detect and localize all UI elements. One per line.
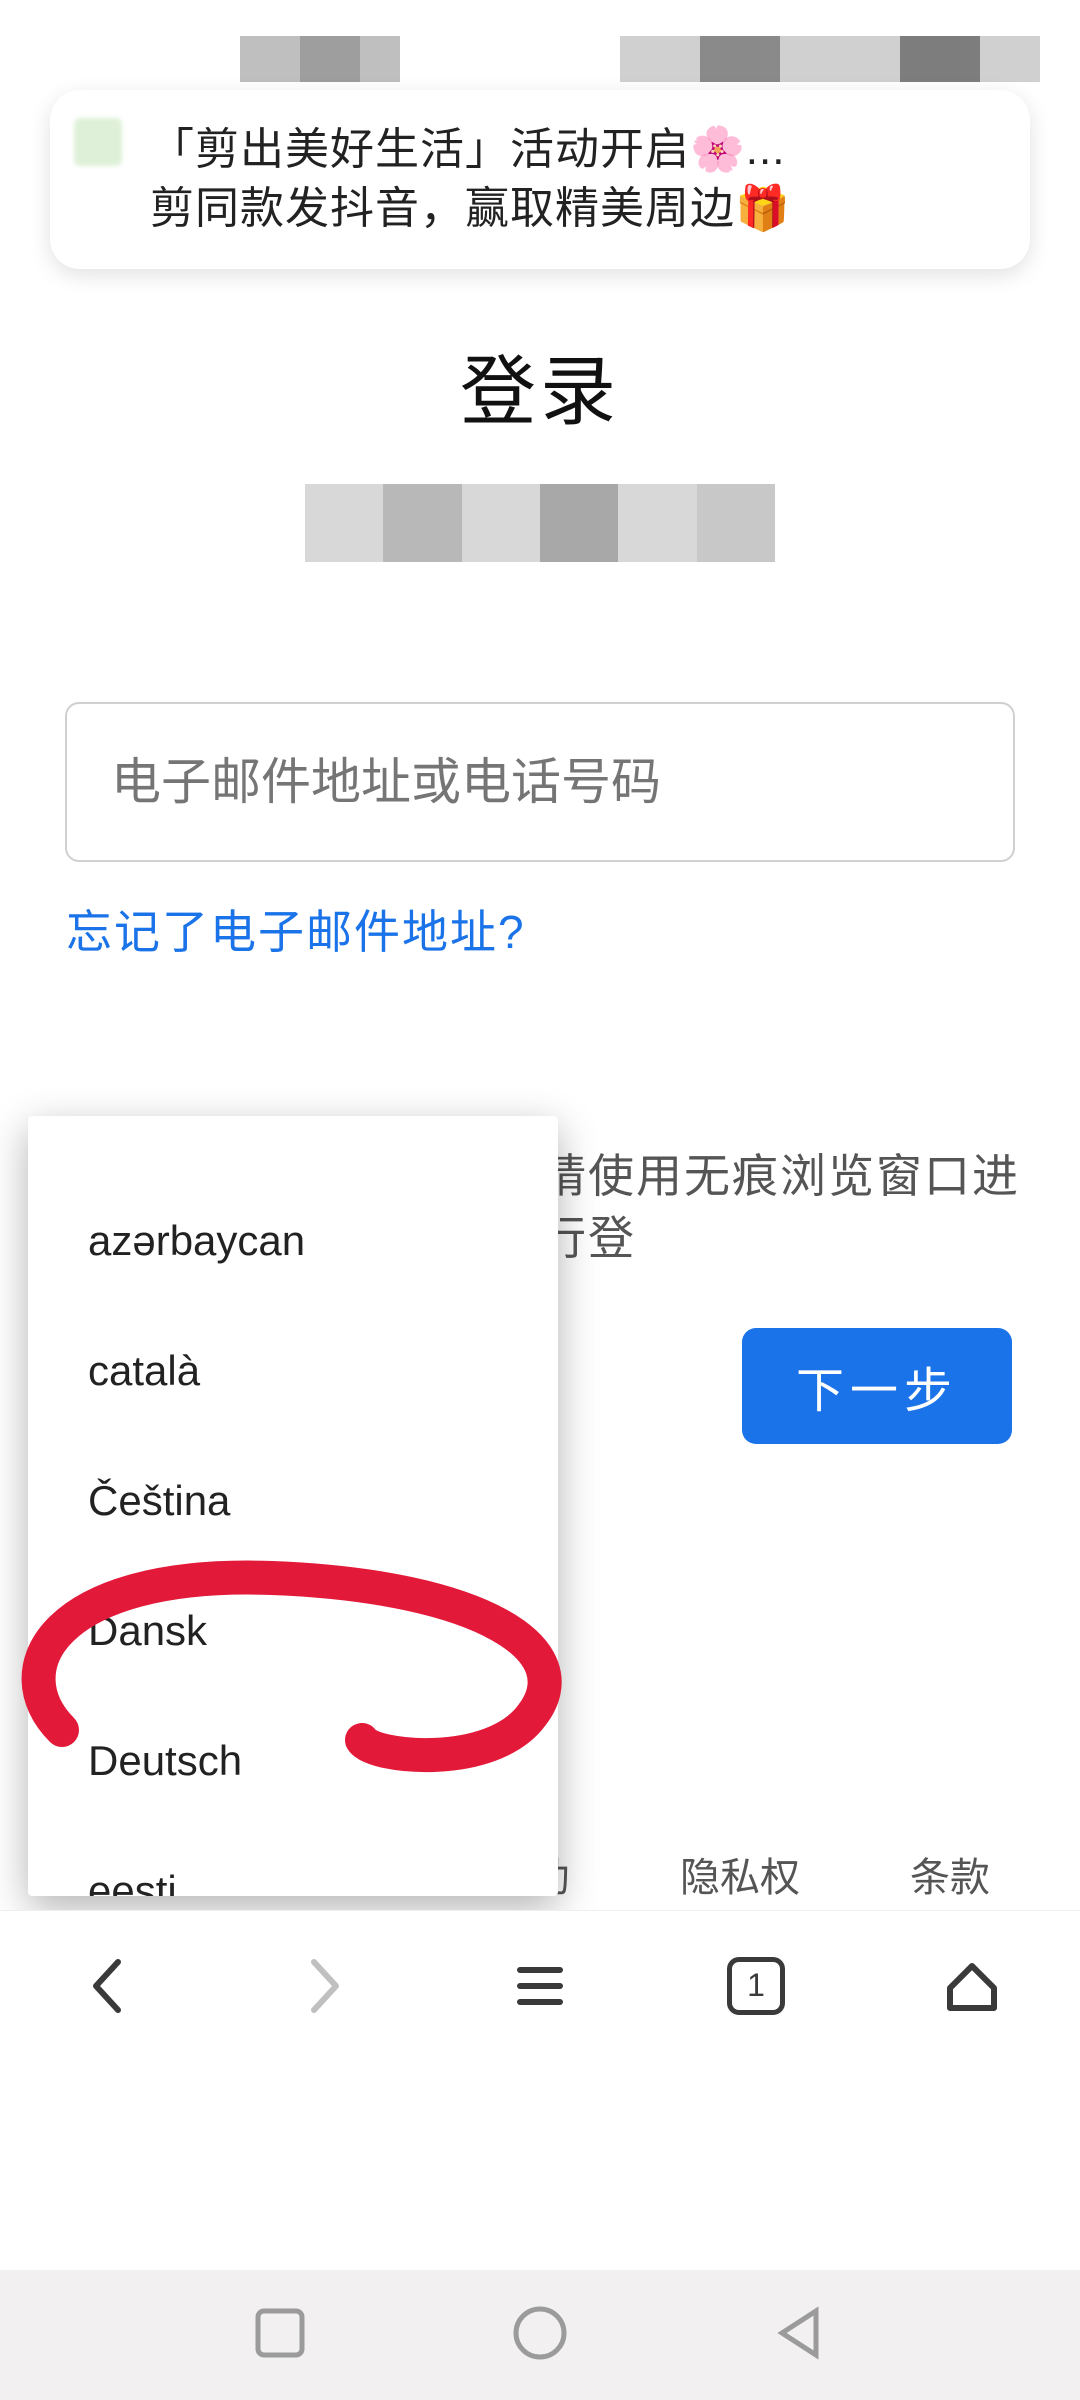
language-option-deutsch[interactable]: Deutsch bbox=[28, 1696, 558, 1826]
language-option-catala[interactable]: català bbox=[28, 1306, 558, 1436]
language-dropdown[interactable]: Afrikaans azərbaycan català Čeština Dans… bbox=[28, 1116, 558, 1896]
browser-tabs-button[interactable]: 1 bbox=[724, 1954, 788, 2018]
browser-forward-button[interactable] bbox=[292, 1954, 356, 2018]
nav-recent-apps-button[interactable] bbox=[250, 2303, 310, 2368]
incognito-hint-text: 请使用无痕浏览窗口进行登 bbox=[540, 1145, 1020, 1269]
tab-count: 1 bbox=[727, 1957, 785, 2015]
nav-back-button[interactable] bbox=[770, 2303, 830, 2368]
browser-bottom-bar: 1 bbox=[0, 1910, 1080, 2060]
notification-line-1: 「剪出美好生活」活动开启🌸... bbox=[150, 120, 1000, 179]
language-option-azerbaycan[interactable]: azərbaycan bbox=[28, 1176, 558, 1306]
footer-terms-link[interactable]: 条款 bbox=[910, 1845, 990, 1903]
status-bar-obscured bbox=[0, 0, 1080, 100]
language-option-eesti[interactable]: eesti bbox=[28, 1826, 558, 1896]
email-or-phone-input[interactable] bbox=[65, 702, 1015, 862]
next-button[interactable]: 下一步 bbox=[742, 1328, 1012, 1444]
browser-back-button[interactable] bbox=[76, 1954, 140, 2018]
language-option-afrikaans[interactable]: Afrikaans bbox=[28, 1116, 558, 1176]
page-title: 登录 bbox=[0, 330, 1080, 440]
system-navigation-bar bbox=[0, 2270, 1080, 2400]
footer-privacy-link[interactable]: 隐私权 bbox=[680, 1845, 800, 1903]
browser-menu-button[interactable] bbox=[508, 1954, 572, 2018]
language-option-cestina[interactable]: Čeština bbox=[28, 1436, 558, 1566]
notification-app-icon-blurred bbox=[74, 118, 122, 166]
subtitle-obscured bbox=[305, 484, 775, 562]
browser-home-button[interactable] bbox=[940, 1954, 1004, 2018]
forgot-email-link[interactable]: 忘记了电子邮件地址? bbox=[66, 896, 1080, 962]
login-page: 登录 忘记了电子邮件地址? 请使用无痕浏览窗口进行登 下一步 帮助 隐私权 条款… bbox=[0, 210, 1080, 2400]
nav-home-button[interactable] bbox=[510, 2303, 570, 2368]
language-option-dansk[interactable]: Dansk bbox=[28, 1566, 558, 1696]
